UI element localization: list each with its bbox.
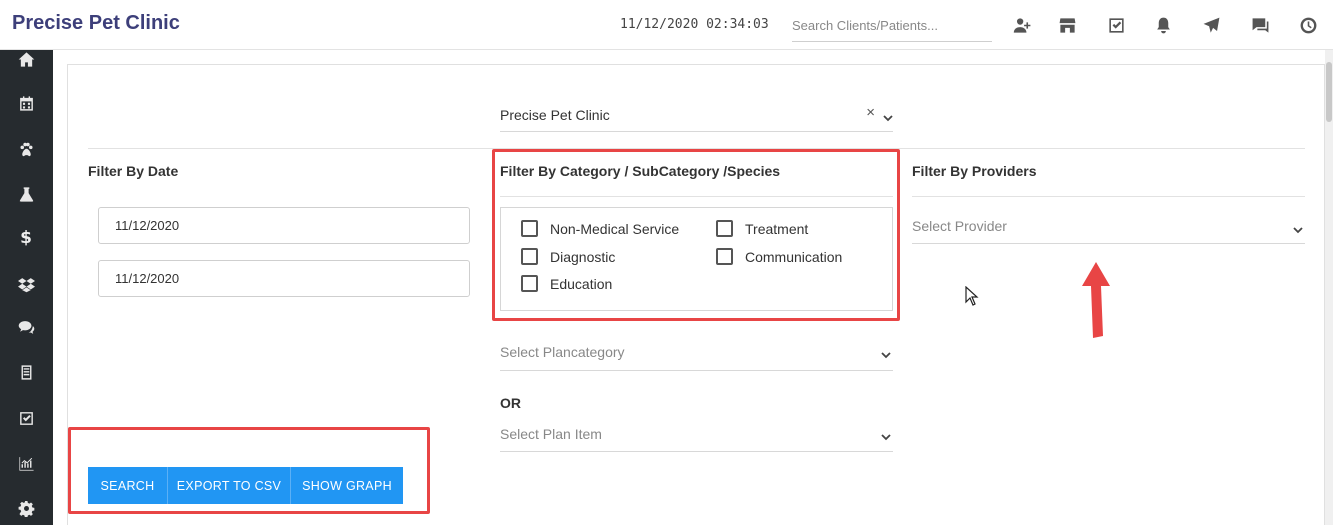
dollar-glyph: $ xyxy=(20,228,32,248)
filter-by-providers-title: Filter By Providers xyxy=(912,163,1037,179)
dollar-icon[interactable]: $ xyxy=(14,226,38,250)
or-label: OR xyxy=(500,395,521,411)
provider-select-placeholder: Select Provider xyxy=(912,218,1007,234)
clinic-select-value: Precise Pet Clinic xyxy=(500,107,610,123)
sidebar: $ xyxy=(0,50,53,525)
provider-select[interactable]: Select Provider xyxy=(912,218,1305,244)
checkbox-icon[interactable] xyxy=(14,406,38,430)
chevron-down-icon[interactable] xyxy=(1293,222,1303,234)
bell-icon[interactable] xyxy=(1152,14,1174,36)
dropbox-icon[interactable] xyxy=(14,272,38,296)
current-datetime: 11/12/2020 02:34:03 xyxy=(620,17,769,32)
gear-icon[interactable] xyxy=(14,496,38,520)
filter-by-date-title: Filter By Date xyxy=(88,163,179,179)
top-bar: Precise Pet Clinic 11/12/2020 02:34:03 xyxy=(0,0,1333,50)
task-check-icon[interactable] xyxy=(1105,14,1127,36)
home-icon[interactable] xyxy=(14,47,38,71)
app-brand[interactable]: Precise Pet Clinic xyxy=(12,12,180,35)
clear-clinic-icon[interactable]: × xyxy=(866,104,875,121)
calendar-icon[interactable] xyxy=(14,91,38,115)
date-from-input[interactable]: 11/12/2020 xyxy=(98,207,470,244)
providers-header-divider xyxy=(912,196,1305,197)
add-user-icon[interactable] xyxy=(1011,14,1033,36)
chevron-down-icon[interactable] xyxy=(881,347,891,359)
date-to-input[interactable]: 11/12/2020 xyxy=(98,260,470,297)
search-button[interactable]: SEARCH xyxy=(88,467,168,504)
flask-icon[interactable] xyxy=(14,182,38,206)
chevron-down-icon[interactable] xyxy=(881,429,891,441)
vertical-scrollbar-thumb[interactable] xyxy=(1326,62,1332,122)
annotation-arrow-icon xyxy=(1082,262,1110,338)
paw-icon[interactable] xyxy=(14,137,38,161)
client-patient-search-input[interactable] xyxy=(792,10,992,42)
show-graph-button[interactable]: SHOW GRAPH xyxy=(291,467,403,504)
clinic-select[interactable]: Precise Pet Clinic × xyxy=(500,96,893,132)
plancategory-select[interactable]: Select Plancategory xyxy=(500,344,893,371)
chat-icon[interactable] xyxy=(1249,14,1271,36)
clock-icon[interactable] xyxy=(1297,14,1319,36)
chart-icon[interactable] xyxy=(14,451,38,475)
document-icon[interactable] xyxy=(14,360,38,384)
chevron-down-icon[interactable] xyxy=(883,110,893,122)
comments-icon[interactable] xyxy=(14,315,38,339)
planitem-select-placeholder: Select Plan Item xyxy=(500,426,602,442)
plancategory-select-placeholder: Select Plancategory xyxy=(500,344,625,360)
category-highlight-box xyxy=(492,149,900,321)
export-csv-button[interactable]: EXPORT TO CSV xyxy=(168,467,291,504)
store-icon[interactable] xyxy=(1056,14,1078,36)
send-icon[interactable] xyxy=(1200,14,1222,36)
planitem-select[interactable]: Select Plan Item xyxy=(500,426,893,452)
mouse-cursor-icon xyxy=(965,286,979,306)
